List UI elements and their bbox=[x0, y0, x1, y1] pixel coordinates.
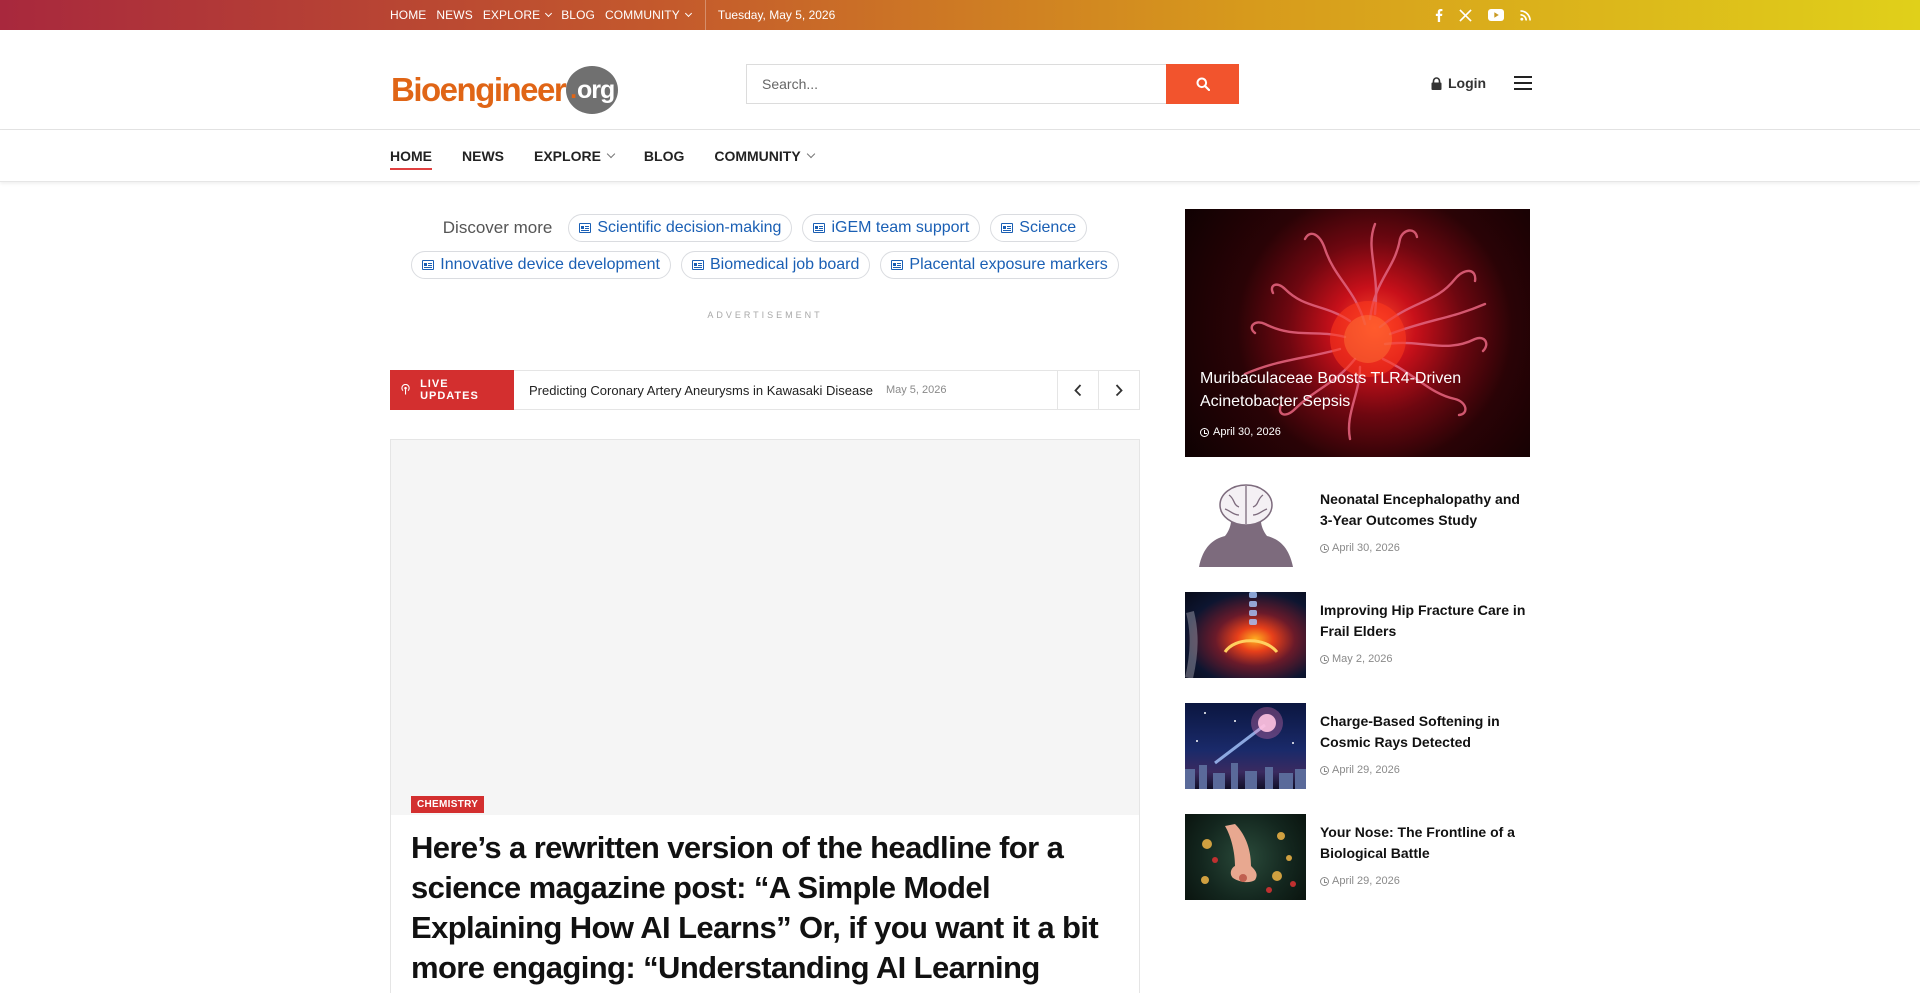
discover-chip[interactable]: Science bbox=[990, 214, 1088, 242]
youtube-icon[interactable] bbox=[1488, 9, 1504, 21]
ticker-headline[interactable]: Predicting Coronary Artery Aneurysms in … bbox=[529, 383, 873, 398]
main-nav: HOME NEWS EXPLORE BLOG COMMUNITY bbox=[0, 130, 1920, 182]
article-title[interactable]: Your Nose: The Frontline of a Biological… bbox=[1320, 822, 1530, 864]
top-nav-community[interactable]: COMMUNITY bbox=[605, 8, 692, 22]
brain-figure-illustration bbox=[1199, 484, 1293, 567]
top-divider bbox=[704, 0, 706, 30]
search-input[interactable] bbox=[746, 64, 1166, 104]
site-header: Bioengineer .org Login bbox=[0, 30, 1920, 130]
top-nav: HOME NEWS EXPLORE BLOG COMMUNITY bbox=[390, 0, 701, 30]
logo-wordmark: Bioengineer bbox=[391, 71, 567, 108]
article-thumbnail[interactable] bbox=[1185, 703, 1306, 789]
chevron-right-icon bbox=[1115, 383, 1123, 396]
rss-icon[interactable] bbox=[1520, 9, 1531, 21]
sidebar-article[interactable]: Improving Hip Fracture Care in Frail Eld… bbox=[1185, 592, 1530, 678]
article-thumbnail[interactable] bbox=[1185, 814, 1306, 900]
nose-microbes-illustration bbox=[1201, 824, 1296, 893]
news-icon bbox=[891, 260, 904, 270]
ticker-next-button[interactable] bbox=[1098, 371, 1139, 409]
chevron-down-icon bbox=[545, 9, 553, 18]
discover-chip[interactable]: Placental exposure markers bbox=[880, 251, 1119, 279]
chevron-left-icon bbox=[1074, 383, 1082, 396]
clock-icon bbox=[1320, 543, 1329, 553]
discover-chip[interactable]: iGEM team support bbox=[802, 214, 981, 242]
clock-icon bbox=[1320, 654, 1329, 664]
search-form bbox=[746, 64, 1239, 104]
logo-badge: . org bbox=[566, 66, 619, 114]
current-date: Tuesday, May 5, 2026 bbox=[717, 8, 836, 22]
news-icon bbox=[691, 260, 704, 270]
news-icon bbox=[1001, 223, 1014, 233]
discover-label: Discover more bbox=[442, 218, 553, 237]
clock-icon bbox=[1320, 876, 1329, 886]
featured-headline[interactable]: Here’s a rewritten version of the headli… bbox=[411, 828, 1111, 988]
top-nav-explore[interactable]: EXPLORE bbox=[483, 8, 553, 22]
nav-blog[interactable]: BLOG bbox=[644, 130, 684, 182]
article-date: April 30, 2026 bbox=[1320, 542, 1400, 554]
spine-xray-illustration bbox=[1185, 592, 1279, 678]
chevron-down-icon bbox=[806, 149, 815, 159]
nav-community[interactable]: COMMUNITY bbox=[714, 130, 815, 182]
news-icon bbox=[813, 223, 826, 233]
top-nav-news[interactable]: NEWS bbox=[436, 8, 472, 22]
article-date: May 2, 2026 bbox=[1320, 653, 1393, 665]
nav-explore[interactable]: EXPLORE bbox=[534, 130, 616, 182]
ticker-controls bbox=[1057, 371, 1139, 409]
news-icon bbox=[579, 223, 592, 233]
broadcast-icon bbox=[401, 384, 410, 395]
clock-icon bbox=[1320, 765, 1329, 775]
sidebar-hero-card[interactable]: Muribaculaceae Boosts TLR4-Driven Acinet… bbox=[1185, 209, 1530, 457]
sidebar-article[interactable]: Your Nose: The Frontline of a Biological… bbox=[1185, 814, 1530, 900]
discover-chip[interactable]: Scientific decision-making bbox=[568, 214, 793, 242]
lock-icon bbox=[1431, 76, 1442, 90]
sidebar-article[interactable]: Neonatal Encephalopathy and 3-Year Outco… bbox=[1185, 481, 1530, 567]
article-thumbnail[interactable] bbox=[1185, 481, 1306, 567]
featured-image-placeholder[interactable] bbox=[391, 440, 1139, 815]
social-links bbox=[1435, 8, 1531, 22]
article-title[interactable]: Charge-Based Softening in Cosmic Rays De… bbox=[1320, 711, 1530, 753]
article-title[interactable]: Improving Hip Fracture Care in Frail Eld… bbox=[1320, 600, 1530, 642]
article-date: April 29, 2026 bbox=[1320, 764, 1400, 776]
live-updates-badge: LIVE UPDATES bbox=[390, 369, 514, 410]
top-bar: HOME NEWS EXPLORE BLOG COMMUNITY Tuesday… bbox=[0, 0, 1920, 30]
article-thumbnail[interactable] bbox=[1185, 592, 1306, 678]
sidebar-article[interactable]: Charge-Based Softening in Cosmic Rays De… bbox=[1185, 703, 1530, 789]
hero-date: April 30, 2026 bbox=[1200, 426, 1281, 438]
clock-icon bbox=[1200, 427, 1209, 437]
chevron-down-icon bbox=[606, 149, 616, 159]
top-nav-home[interactable]: HOME bbox=[390, 8, 426, 22]
nav-news[interactable]: NEWS bbox=[462, 130, 504, 182]
article-date: April 29, 2026 bbox=[1320, 875, 1400, 887]
ticker-date: May 5, 2026 bbox=[885, 384, 947, 396]
menu-icon[interactable] bbox=[1514, 76, 1532, 90]
article-title[interactable]: Neonatal Encephalopathy and 3-Year Outco… bbox=[1320, 489, 1530, 531]
cosmic-ray-illustration bbox=[1185, 707, 1306, 789]
featured-article[interactable]: CHEMISTRY Here’s a rewritten version of … bbox=[390, 439, 1140, 993]
page-content: Discover more Scientific decision-making… bbox=[0, 182, 1920, 993]
x-icon[interactable] bbox=[1459, 8, 1472, 22]
top-nav-blog[interactable]: BLOG bbox=[561, 8, 595, 22]
ticker-prev-button[interactable] bbox=[1057, 371, 1098, 409]
chevron-down-icon bbox=[684, 9, 692, 18]
nav-home[interactable]: HOME bbox=[390, 130, 432, 182]
virus-illustration bbox=[1243, 222, 1488, 441]
search-icon bbox=[1196, 77, 1210, 91]
search-button[interactable] bbox=[1166, 64, 1239, 104]
advertisement-label: ADVERTISEMENT bbox=[707, 310, 823, 320]
news-ticker: LIVE UPDATES Predicting Coronary Artery … bbox=[390, 369, 1140, 410]
facebook-icon[interactable] bbox=[1435, 8, 1443, 22]
discover-more: Discover more Scientific decision-making… bbox=[390, 214, 1140, 288]
news-icon bbox=[422, 260, 435, 270]
login-link[interactable]: Login bbox=[1431, 75, 1486, 91]
discover-chip[interactable]: Innovative device development bbox=[411, 251, 671, 279]
site-logo[interactable]: Bioengineer . org bbox=[391, 66, 619, 114]
hero-headline[interactable]: Muribaculaceae Boosts TLR4-Driven Acinet… bbox=[1200, 367, 1520, 413]
category-badge[interactable]: CHEMISTRY bbox=[411, 796, 485, 813]
discover-chip[interactable]: Biomedical job board bbox=[680, 251, 871, 279]
